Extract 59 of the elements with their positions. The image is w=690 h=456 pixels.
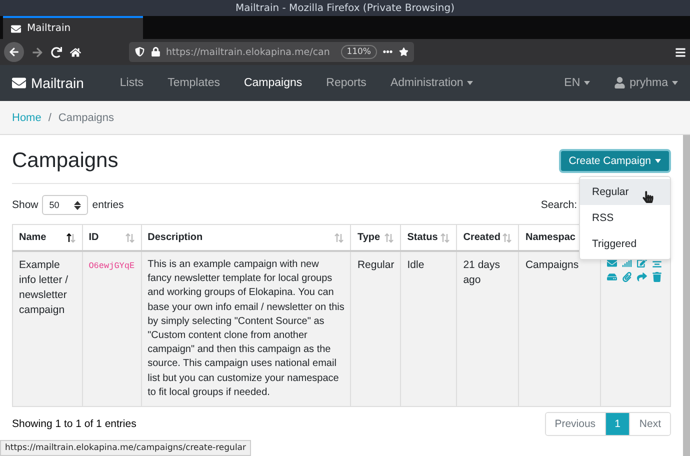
show-label: Show [12, 199, 38, 211]
table-cell: This is an example campaign with new fancy newsletter template for local groups and working groups of Elokapina. You can base your own info email / newsletter on this by simply selecting "Content Source" as "Custom content clone from another campaign" and then this campaign as the source. This campaign uses national email list but you can customize your namespace to fit local groups if needed. [141, 251, 351, 407]
drive-icon[interactable] [607, 272, 619, 282]
user-menu[interactable]: pryhma [614, 77, 678, 89]
page-title: Campaigns [12, 149, 118, 173]
menu-item[interactable]: Regular [580, 179, 670, 205]
brand-logo[interactable]: Mailtrain [12, 75, 84, 91]
back-arrow-icon [9, 47, 19, 57]
language-menu[interactable]: EN [564, 77, 590, 89]
sort-icon[interactable] [66, 232, 76, 242]
menu-item[interactable]: Triggered [580, 231, 670, 257]
reload-icon[interactable] [51, 46, 62, 58]
envelope-icon [12, 76, 26, 90]
breadcrumb-current: Campaigns [58, 112, 114, 124]
forward-icon[interactable] [32, 46, 43, 58]
caret-icon [584, 81, 590, 85]
envelope-icon [11, 24, 21, 34]
nav-link[interactable]: Campaigns [244, 77, 302, 89]
pointer-icon [642, 191, 654, 203]
entries-label: entries [92, 199, 124, 211]
pagination-link[interactable]: Next [629, 413, 670, 436]
nav-link[interactable]: Reports [326, 77, 366, 89]
shield-icon [135, 47, 144, 57]
lock-icon [150, 47, 160, 57]
menu-item[interactable]: RSS [580, 205, 670, 231]
caret-icon [655, 159, 661, 163]
star-icon[interactable] [398, 47, 408, 57]
back-button[interactable] [4, 42, 24, 62]
table-info: Showing 1 to 1 of 1 entries [12, 418, 136, 430]
address-bar[interactable]: https://mailtrain.elokapina.me/can 110% [129, 42, 414, 62]
page-size-select[interactable]: 50 [42, 195, 88, 215]
zoom-level[interactable]: 110% [340, 45, 377, 59]
envelope-icon[interactable] [607, 258, 619, 268]
trash-icon[interactable] [652, 272, 664, 282]
table-cell: Example info letter / newsletter campaign [12, 251, 82, 407]
signal-bars-icon[interactable] [622, 258, 634, 268]
paperclip-icon[interactable] [622, 272, 634, 282]
table-cell: 21 days ago [456, 251, 519, 407]
table-cell: Campaigns [518, 251, 600, 407]
up-down-caret-icon [74, 200, 82, 210]
status-link-tooltip: https://mailtrain.elokapina.me/campaigns/create-regular [0, 440, 252, 456]
nav-link[interactable]: Lists [120, 77, 144, 89]
align-center-icon[interactable] [652, 258, 664, 268]
nav-link[interactable]: Administration [390, 77, 474, 89]
create-campaign-button[interactable]: Create Campaign [558, 149, 671, 173]
table-cell: O6ewjGYqE [82, 251, 142, 407]
share-icon[interactable] [637, 272, 649, 282]
menu-icon[interactable] [675, 46, 686, 58]
table-cell: Idle [400, 251, 457, 407]
window-title: Mailtrain - Mozilla Firefox (Private Browsing) [235, 2, 455, 14]
caret-icon [672, 81, 678, 85]
edit-icon[interactable] [637, 258, 649, 268]
search-label: Search: [540, 199, 577, 211]
user-icon [614, 77, 626, 89]
nav-link[interactable]: Templates [168, 77, 220, 89]
browser-tab[interactable]: Mailtrain [3, 16, 143, 39]
table-cell: Regular [350, 251, 401, 407]
home-icon[interactable] [70, 46, 81, 58]
breadcrumb-separator: / [48, 112, 52, 124]
